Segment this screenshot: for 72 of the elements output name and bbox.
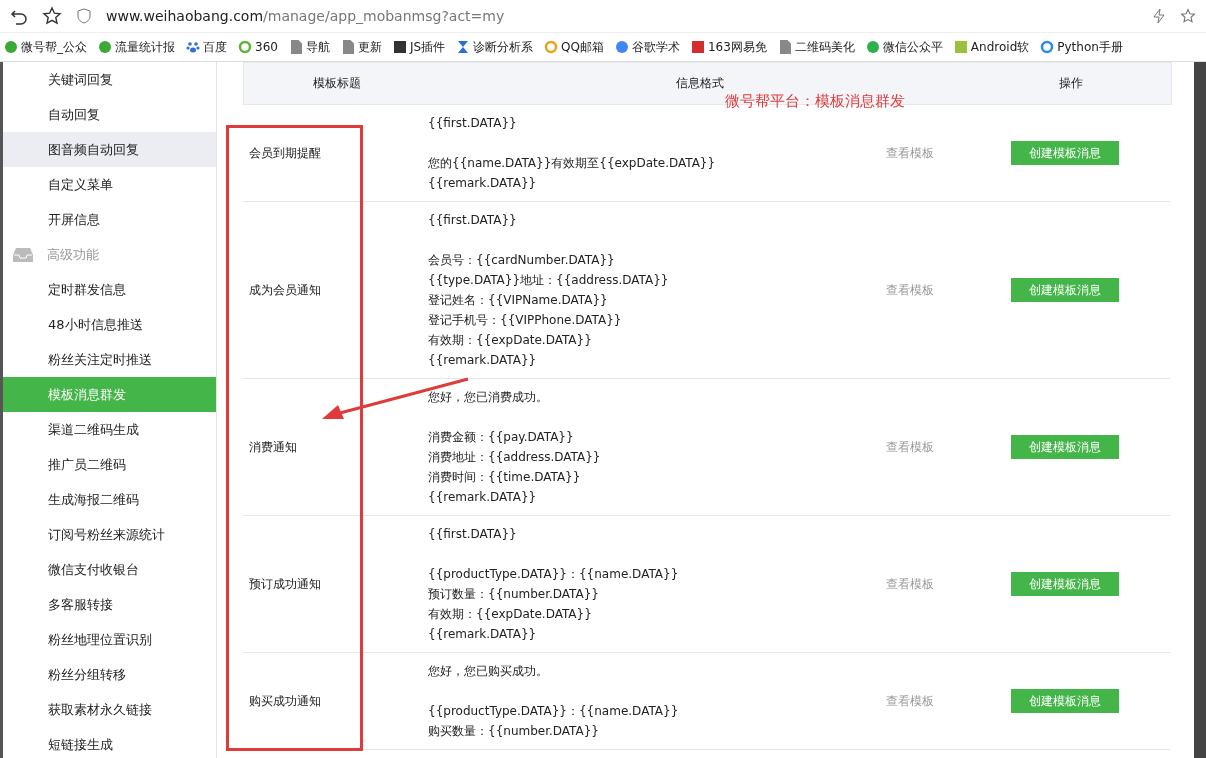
column-header: 操作 — [1058, 75, 1084, 92]
lightning-icon[interactable] — [1152, 8, 1166, 24]
bookmark[interactable]: QQ邮箱 — [544, 38, 604, 56]
format-line: 您的{{name.DATA}}有效期至{{expDate.DATA}} — [428, 155, 717, 172]
bookmark-icon — [953, 40, 968, 54]
format-line: 您好，您已购买成功。 — [428, 663, 549, 680]
bookmark-icon — [238, 40, 252, 54]
bookmark-icon — [340, 40, 355, 54]
format-line: 消费金额：{{pay.DATA}} — [428, 429, 575, 446]
section-heading: 高级功能 — [47, 245, 99, 264]
bookmark-icon — [777, 40, 792, 54]
format-line: 有效期：{{expDate.DATA}} — [428, 332, 593, 349]
format-line: {{first.DATA}} — [428, 115, 518, 132]
bookmark-icon — [865, 40, 880, 54]
format-line: 消费地址：{{address.DATA}} — [428, 449, 602, 466]
bookmark-icon — [392, 40, 407, 54]
format-line: {{first.DATA}} — [428, 526, 518, 543]
bookmark[interactable]: 更新 — [340, 38, 382, 56]
bookmark-icon — [186, 40, 200, 54]
format-line: 消费时间：{{time.DATA}} — [428, 469, 582, 486]
format-line: {{remark.DATA}} — [428, 489, 538, 506]
star-icon[interactable] — [42, 6, 62, 26]
bookmark[interactable]: JS插件 — [392, 38, 446, 56]
format-line: 登记手机号：{{VIPPhone.DATA}} — [428, 312, 623, 329]
bookmark[interactable]: 导航 — [288, 38, 330, 56]
bookmark-icon — [288, 40, 303, 54]
format-line: {{productType.DATA}}：{{name.DATA}} — [428, 566, 680, 583]
bookmark-icon — [690, 40, 705, 54]
inbox-icon — [13, 246, 33, 263]
bookmark[interactable]: 谷歌学术 — [614, 38, 680, 56]
format-line: 有效期：{{expDate.DATA}} — [428, 606, 593, 623]
table-cell-text: 成为会员通知 — [248, 281, 322, 299]
bookmark[interactable]: 百度 — [186, 38, 227, 56]
bookmark[interactable]: 流量统计报 — [98, 38, 175, 56]
star-icon[interactable] — [1180, 8, 1196, 24]
format-line: {{remark.DATA}} — [428, 175, 538, 192]
format-line: 会员号：{{cardNumber.DATA}} — [428, 252, 616, 269]
bookmark-icon — [4, 40, 18, 54]
bookmark[interactable]: 163网易免 — [690, 38, 767, 56]
format-line: 您好，您已消费成功。 — [428, 389, 549, 406]
format-line: 登记姓名：{{VIPName.DATA}} — [428, 292, 609, 309]
format-line: {{productType.DATA}}：{{name.DATA}} — [428, 703, 680, 720]
bookmark[interactable]: 微信公众平 — [865, 38, 943, 56]
bookmark-icon — [456, 40, 471, 54]
bookmark[interactable]: Python手册 — [1040, 38, 1123, 56]
shield-icon — [76, 8, 92, 24]
bookmark-icon — [1040, 40, 1055, 54]
format-line: {{type.DATA}}地址：{{address.DATA}} — [428, 272, 670, 289]
bookmark-icon — [98, 40, 112, 54]
bookmark-icon — [544, 40, 559, 54]
bookmark-icon — [614, 40, 629, 54]
address-bar[interactable]: www.weihaobang.com/manage/app_mobanmsg?act=my — [106, 8, 1138, 24]
bookmark[interactable]: 360 — [238, 40, 278, 54]
bookmark[interactable]: Android软 — [953, 38, 1030, 56]
format-line: {{first.DATA}} — [428, 212, 518, 229]
format-line: 预订数量：{{number.DATA}} — [428, 586, 600, 603]
table-cell-text: 消费通知 — [248, 438, 298, 456]
bookmark[interactable]: 二维码美化 — [777, 38, 855, 56]
column-header: 信息格式 — [675, 75, 725, 92]
bookmark[interactable]: 诊断分析系 — [456, 38, 534, 56]
format-line: {{remark.DATA}} — [428, 352, 538, 369]
column-header: 模板标题 — [311, 75, 362, 92]
format-line: 购买数量：{{number.DATA}} — [428, 723, 600, 740]
table-cell-text: 购买成功通知 — [248, 692, 322, 710]
sidebar-item[interactable]: 图音频自动回复 — [3, 132, 216, 167]
annotation-caption: 微号帮平台：模板消息群发 — [725, 92, 905, 111]
bookmark[interactable]: 微号帮_公众 — [4, 38, 87, 56]
table-cell-text: 预订成功通知 — [248, 575, 322, 593]
back-icon[interactable] — [10, 7, 28, 25]
scrollbar[interactable] — [1194, 62, 1206, 758]
format-line: {{remark.DATA}} — [428, 626, 538, 643]
table-cell-text: 会员到期提醒 — [248, 144, 322, 162]
